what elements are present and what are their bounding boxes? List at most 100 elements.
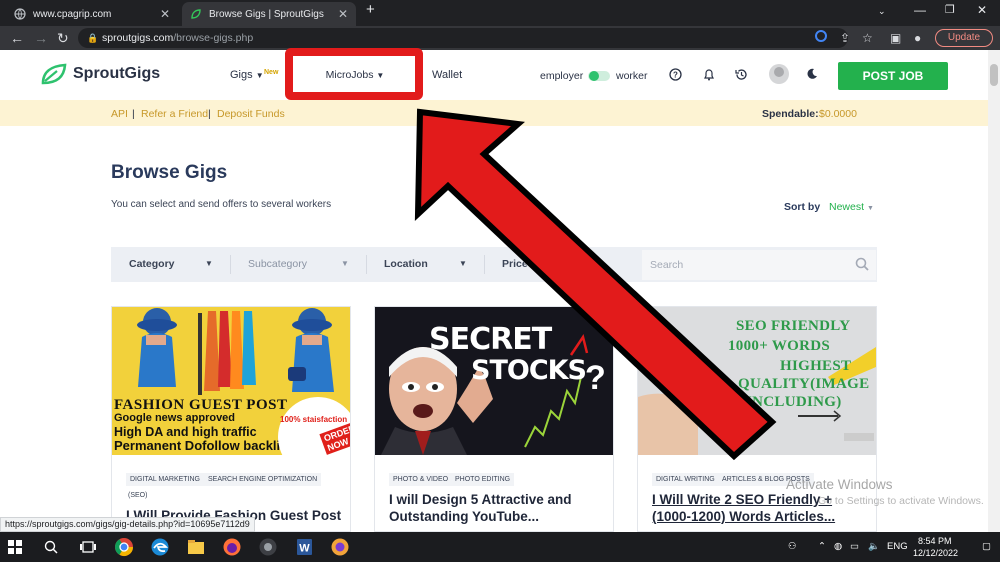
category-tag[interactable]: SEARCH ENGINE OPTIMIZATION: [204, 473, 322, 486]
word-icon[interactable]: W: [294, 537, 314, 557]
network-icon[interactable]: ◍: [834, 541, 842, 552]
gig-card[interactable]: SECRET STOCKS ? PHOTO & VIDEO PHOTO EDIT…: [374, 306, 614, 532]
minimize-icon[interactable]: —: [914, 3, 926, 17]
avatar[interactable]: [769, 64, 789, 84]
divider: [366, 255, 367, 274]
update-button[interactable]: Update: [935, 29, 993, 47]
tab-search-icon[interactable]: ⌄: [878, 6, 886, 17]
tab-cpagrip[interactable]: www.cpagrip.com ✕: [6, 2, 178, 26]
language-indicator[interactable]: ENG: [887, 541, 908, 552]
post-job-button[interactable]: POST JOB: [838, 62, 948, 90]
mode-worker-label: worker: [616, 70, 648, 82]
filter-subcategory[interactable]: Subcategory: [248, 258, 307, 270]
page-scrollbar[interactable]: [988, 50, 1000, 532]
category-tag[interactable]: (SEO): [124, 489, 151, 502]
close-window-icon[interactable]: ✕: [977, 3, 987, 17]
search-icon[interactable]: [44, 540, 58, 554]
mode-employer-label: employer: [540, 70, 584, 82]
category-tag[interactable]: DIGITAL WRITING: [652, 473, 719, 486]
battery-icon[interactable]: ▭: [850, 541, 859, 552]
sort-label: Sort by: [784, 201, 821, 213]
moon-icon[interactable]: [806, 68, 818, 80]
notification-icon[interactable]: ▢: [982, 541, 991, 552]
category-tag[interactable]: DIGITAL MARKETING: [126, 473, 205, 486]
deposit-funds-link[interactable]: Deposit Funds: [217, 108, 285, 120]
profile-icon[interactable]: ●: [914, 30, 921, 46]
history-icon[interactable]: [735, 68, 748, 81]
nav-gigs[interactable]: Gigs ▼: [230, 69, 264, 81]
chevron-down-icon: ▼: [341, 259, 349, 268]
logo[interactable]: SproutGigs: [40, 62, 160, 86]
category-tag[interactable]: PHOTO EDITING: [451, 473, 515, 486]
close-tab-icon[interactable]: ✕: [160, 7, 170, 21]
gig-title[interactable]: I will Design 5 Attractive and Outstandi…: [389, 491, 605, 525]
chevron-down-icon: ▼: [459, 259, 467, 268]
chevron-up-icon[interactable]: ⌃: [818, 541, 826, 552]
toggle-knob: [589, 71, 599, 81]
side-panel-icon[interactable]: ▣: [890, 30, 901, 46]
gig-thumbnail[interactable]: FASHION GUEST POST Google news approved …: [112, 307, 350, 455]
refer-friend-link[interactable]: Refer a Friend: [141, 108, 208, 120]
leaf-logo-icon: [41, 63, 67, 85]
svg-text:W: W: [299, 543, 310, 555]
thumb-heading: INCLUDING): [746, 394, 842, 410]
filter-category[interactable]: Category: [129, 258, 175, 270]
share-icon[interactable]: ⇪: [840, 30, 850, 46]
firefox-icon[interactable]: [222, 537, 242, 557]
chrome-icon[interactable]: [114, 537, 134, 557]
close-tab-icon[interactable]: ✕: [338, 7, 348, 21]
spendable-value: $0.0000: [819, 108, 857, 120]
address-bar[interactable]: 🔒 sproutgigs.com/browse-gigs.php: [78, 28, 848, 48]
gig-card[interactable]: FASHION GUEST POST Google news approved …: [111, 306, 351, 532]
search-input[interactable]: [642, 250, 876, 280]
thumb-question-mark: ?: [585, 359, 606, 397]
tab-browse-gigs[interactable]: Browse Gigs | SproutGigs ✕: [182, 2, 356, 26]
forward-arrow-icon[interactable]: →: [34, 29, 48, 47]
scroll-thumb[interactable]: [990, 64, 998, 86]
nav-wallet[interactable]: Wallet: [432, 69, 462, 81]
thumb-heading: SEO FRIENDLY: [736, 318, 851, 334]
new-badge: New: [264, 69, 279, 76]
mode-toggle[interactable]: [588, 71, 610, 81]
lock-icon: 🔒: [87, 33, 99, 43]
browser-tab-bar: www.cpagrip.com ✕ Browse Gigs | SproutGi…: [0, 0, 1000, 26]
people-icon[interactable]: ⚇: [788, 541, 797, 552]
browser-app-icon[interactable]: [330, 537, 350, 557]
clock-date[interactable]: 12/12/2022: [913, 548, 958, 558]
edge-icon[interactable]: [150, 537, 170, 557]
page-title: Browse Gigs: [111, 162, 228, 183]
activate-windows-subtitle: Go to Settings to activate Windows.: [818, 495, 984, 507]
thumb-heading: SECRET: [429, 322, 552, 357]
new-tab-button[interactable]: +: [366, 1, 375, 18]
file-explorer-icon[interactable]: [186, 537, 206, 557]
clock-time[interactable]: 8:54 PM: [918, 536, 952, 546]
thumb-line: Permanent Dofollow backlinks: [114, 438, 303, 453]
help-icon[interactable]: ?: [669, 68, 682, 81]
divider: [484, 255, 485, 274]
sort-dropdown[interactable]: Newest ▼: [829, 201, 874, 213]
windows-start-icon[interactable]: [8, 540, 22, 554]
activate-windows-watermark: Activate Windows: [786, 477, 893, 492]
url-path: /browse-gigs.php: [173, 32, 254, 44]
task-view-icon[interactable]: [80, 540, 96, 554]
restore-icon[interactable]: ❐: [945, 3, 955, 16]
browser-toolbar: ← → ↻ 🔒 sproutgigs.com/browse-gigs.php ⇪…: [0, 26, 1000, 50]
filter-price[interactable]: Price: [502, 258, 528, 270]
category-tag[interactable]: PHOTO & VIDEO: [389, 473, 453, 486]
bell-icon[interactable]: [703, 68, 715, 81]
gig-thumbnail[interactable]: SECRET STOCKS ?: [375, 307, 613, 455]
account-subbar: API | Refer a Friend | Deposit Funds Spe…: [0, 100, 988, 126]
bookmark-star-icon[interactable]: ☆: [862, 30, 873, 46]
google-icon[interactable]: [815, 30, 827, 46]
filter-location[interactable]: Location: [384, 258, 428, 270]
thumb-heading: 1000+ WORDS: [728, 338, 831, 354]
gig-thumbnail[interactable]: SEO FRIENDLY 1000+ WORDS HIGHEST QUALITY…: [638, 307, 876, 455]
back-arrow-icon[interactable]: ←: [10, 29, 24, 47]
app-icon[interactable]: [258, 537, 278, 557]
api-link[interactable]: API: [111, 108, 128, 120]
reload-icon[interactable]: ↻: [57, 29, 69, 47]
search-icon[interactable]: [855, 257, 869, 271]
chevron-down-icon: ▼: [205, 259, 213, 268]
speaker-icon[interactable]: 🔈: [868, 541, 880, 552]
logo-text: SproutGigs: [73, 65, 161, 82]
